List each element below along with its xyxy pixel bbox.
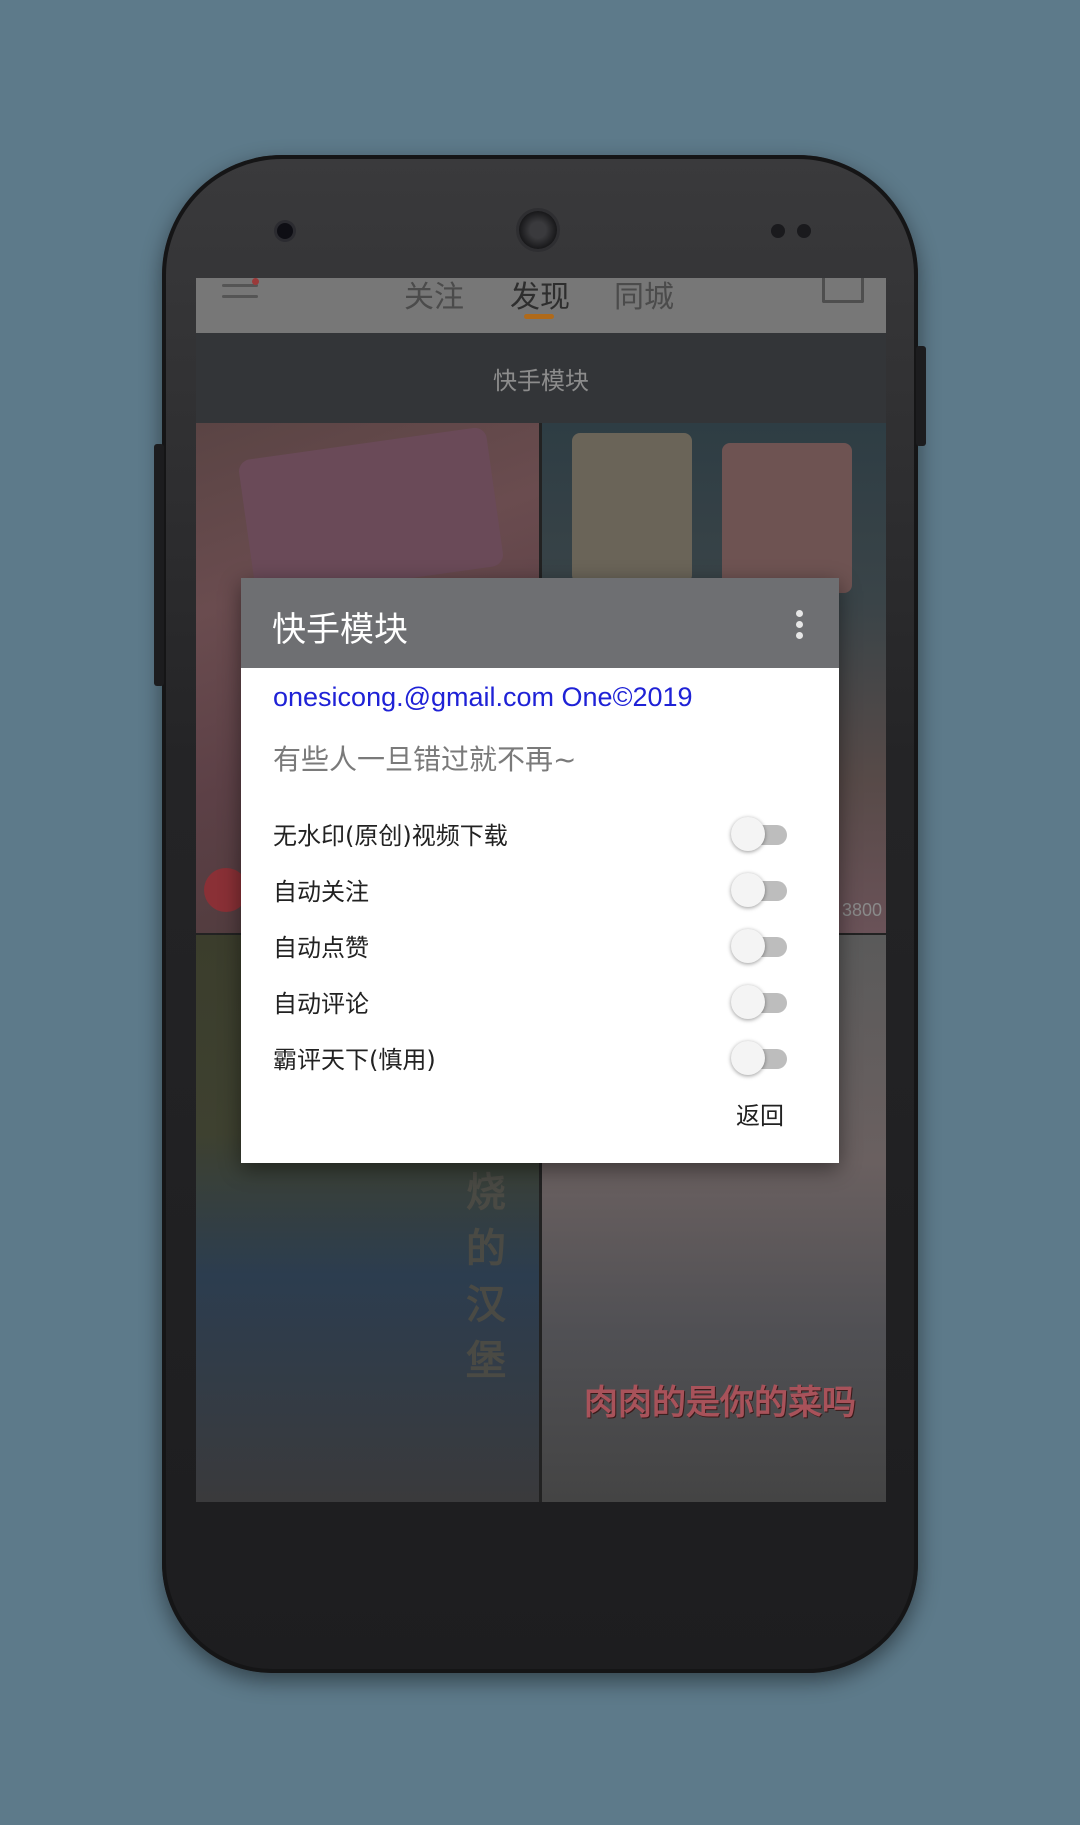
option-label: 霸评天下(慎用) [273,1046,436,1074]
option-comment-flood[interactable]: 霸评天下(慎用) [241,1030,839,1086]
toggle-switch[interactable] [731,872,789,908]
option-auto-follow[interactable]: 自动关注 [241,862,839,918]
toggle-switch[interactable] [731,928,789,964]
volume-button [154,444,164,686]
module-title-bar: 快手模块 [196,333,886,423]
dialog-header: 快手模块 [241,578,839,668]
tab-discover[interactable]: 发现 [510,278,570,316]
candy-mold-thumbnail [237,426,505,600]
option-auto-comment[interactable]: 自动评论 [241,974,839,1030]
option-no-watermark-download[interactable]: 无水印(原创)视频下载 [241,806,839,862]
option-label: 自动点赞 [273,934,369,962]
couple-thumbnail-2 [722,443,852,593]
dialog-motto: 有些人一旦错过就不再~ [273,743,577,776]
app-tab-bar: 关注 发现 同城 [196,278,886,333]
video-caption: 肉肉的是你的菜吗 [584,1383,856,1423]
toggle-switch[interactable] [731,984,789,1020]
power-button [916,346,926,446]
toggle-switch[interactable] [731,1040,789,1076]
light-sensor-icon [797,224,811,238]
front-camera-icon [277,223,293,239]
module-settings-dialog: 快手模块 onesicong.@gmail.com One©2019 有些人一旦… [241,578,839,1163]
option-label: 自动关注 [273,878,369,906]
page-title: 快手模块 [493,366,589,395]
view-count: 3800 [842,900,883,920]
option-label: 自动评论 [273,990,369,1018]
notification-dot [252,278,259,285]
toggle-switch[interactable] [731,816,789,852]
video-caption: 烧的汉堡 [466,1170,506,1384]
back-button[interactable]: 返回 [736,1096,784,1131]
menu-icon[interactable] [222,284,258,306]
author-email[interactable]: onesicong.@gmail.com One©2019 [273,682,693,713]
proximity-sensor-icon [771,224,785,238]
active-tab-indicator [524,314,554,319]
couple-thumbnail [572,433,692,583]
tab-follow[interactable]: 关注 [404,278,464,316]
more-options-icon[interactable] [796,610,804,640]
speaker-grille-icon [519,211,557,249]
option-auto-like[interactable]: 自动点赞 [241,918,839,974]
dialog-title: 快手模块 [272,610,408,650]
option-label: 无水印(原创)视频下载 [273,822,508,850]
tab-nearby[interactable]: 同城 [614,278,674,316]
cast-icon[interactable] [822,278,864,303]
